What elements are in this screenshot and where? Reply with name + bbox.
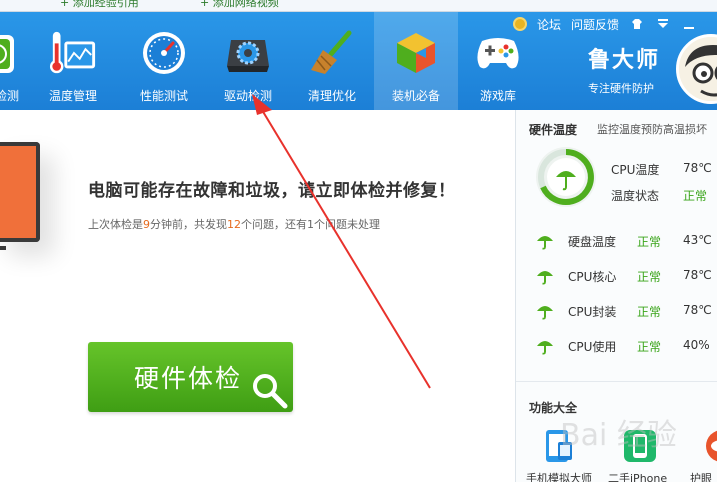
nav-item-performance[interactable]: 性能测试 [122,12,206,110]
minutes-ago: 9 [143,218,150,231]
nav-item-driver[interactable]: 驱动检测 [206,12,290,110]
sidebar-divider [516,381,717,382]
sensor-row-cpu-package: CPU封装 正常 78℃ [536,301,716,321]
cpu-temp-readout: CPU温度 78℃ [611,161,712,178]
hardware-icon [0,29,24,77]
temp-state-readout: 温度状态 正常 [611,187,707,204]
warning-title: 电脑可能存在故障和垃圾，请立即体检并修复！ [88,181,456,201]
cube-icon [392,29,440,77]
nav-label: 驱动检测 [223,89,272,103]
feedback-link[interactable]: 问题反馈 [571,16,619,33]
header-bar: 检测 温度管理 性能测试 驱动检测 清理优化 装机必备 游戏库 论坛 问题反馈 … [0,12,717,110]
last-check-prefix: 上次体检是 [88,218,143,231]
sensor-status: 正常 [637,340,662,354]
sidebar-title: 硬件温度 [529,123,578,137]
app-window: + 添加经验引用 + 添加网络视频 检测 温度管理 性能测试 驱动检测 清理优化… [0,0,717,482]
thermometer-icon [49,29,97,77]
forum-link[interactable]: 论坛 [537,16,561,33]
last-check-suffix: 个问题未处理 [314,218,380,231]
sensor-name: CPU封装 [568,305,617,319]
brand-tagline: 专注硬件防护 [588,82,654,95]
nav-item-hardware[interactable]: 检测 [0,12,24,110]
speedometer-icon [140,29,188,77]
add-experience-link[interactable]: + 添加经验引用 [60,0,139,10]
sensor-value: 78℃ [683,268,712,282]
driver-gear-icon [224,29,272,77]
function-eye-care[interactable]: 护眼 [690,428,717,482]
monitor-illustration [0,142,40,242]
nav-label: 装机必备 [391,89,440,103]
skin-icon[interactable] [629,16,645,32]
mascot-avatar[interactable] [676,34,717,104]
last-check-mid2: 个问题，还有 [241,218,307,231]
hardware-check-label: 硬件体检 [134,364,243,393]
hardware-check-button[interactable]: 硬件体检 [88,342,293,412]
nav-label: 温度管理 [48,89,97,103]
sensor-status: 正常 [637,305,662,319]
temp-state-label: 温度状态 [611,189,660,203]
main-panel: 电脑可能存在故障和垃圾，请立即体检并修复！ 上次体检是9分钟前，共发现12个问题… [0,110,515,482]
function-label: 护眼 [690,472,712,482]
nav-label: 检测 [0,89,19,103]
sensor-name: 硬盘温度 [568,235,617,249]
umbrella-icon [537,341,553,355]
sensor-row-cpu-core: CPU核心 正常 78℃ [536,266,716,286]
gamepad-icon [474,29,522,77]
remaining-count: 1 [307,218,314,231]
function-label: 手机模拟大师 [526,472,592,482]
brand: 鲁大师 专注硬件防护 [588,42,660,96]
temperature-gauge [536,147,596,207]
sensor-value: 40% [683,338,710,352]
sensor-row-cpu-usage: CPU使用 正常 40% [536,336,716,356]
nav-item-essentials[interactable]: 装机必备 [374,12,458,110]
umbrella-icon [537,236,553,250]
minimize-icon[interactable] [681,16,697,32]
header-utilities: 论坛 问题反馈 [512,15,697,33]
monitor-stand [0,246,6,250]
medal-icon[interactable] [512,17,527,31]
sensor-name: CPU使用 [568,340,617,354]
umbrella-icon [537,306,553,320]
last-check-text: 上次体检是9分钟前，共发现12个问题，还有1个问题未处理 [88,216,380,232]
sensor-value: 43℃ [683,233,712,247]
umbrella-icon [537,271,553,285]
nav-item-cleanup[interactable]: 清理优化 [290,12,374,110]
function-label: 二手iPhone [608,472,668,482]
broom-icon [308,29,356,77]
last-check-mid: 分钟前，共发现 [150,218,227,231]
eye-icon [706,430,717,462]
sidebar-subtitle: 监控温度预防高温损坏 [597,123,707,136]
add-video-link[interactable]: + 添加网络视频 [200,0,279,10]
magnifier-icon [253,374,288,409]
sensor-status: 正常 [637,270,662,284]
menu-dropdown-icon[interactable] [655,16,671,32]
cpu-temp-label: CPU温度 [611,163,660,177]
nav-item-temperature[interactable]: 温度管理 [24,12,122,110]
sensor-status: 正常 [637,235,662,249]
temp-state-value: 正常 [683,189,708,203]
nav-label: 游戏库 [479,89,516,103]
problem-count: 12 [227,218,241,231]
sensor-value: 78℃ [683,303,712,317]
sensor-name: CPU核心 [568,270,617,284]
sensor-row-disk: 硬盘温度 正常 43℃ [536,231,716,251]
brand-name: 鲁大师 [588,48,661,73]
nav-label: 清理优化 [307,89,356,103]
cpu-temp-value: 78℃ [683,161,712,175]
top-tab-strip: + 添加经验引用 + 添加网络视频 [0,0,717,12]
watermark: Bai 经验 [560,418,677,453]
nav-label: 性能测试 [139,89,188,103]
main-nav: 检测 温度管理 性能测试 驱动检测 清理优化 装机必备 游戏库 [0,12,538,110]
